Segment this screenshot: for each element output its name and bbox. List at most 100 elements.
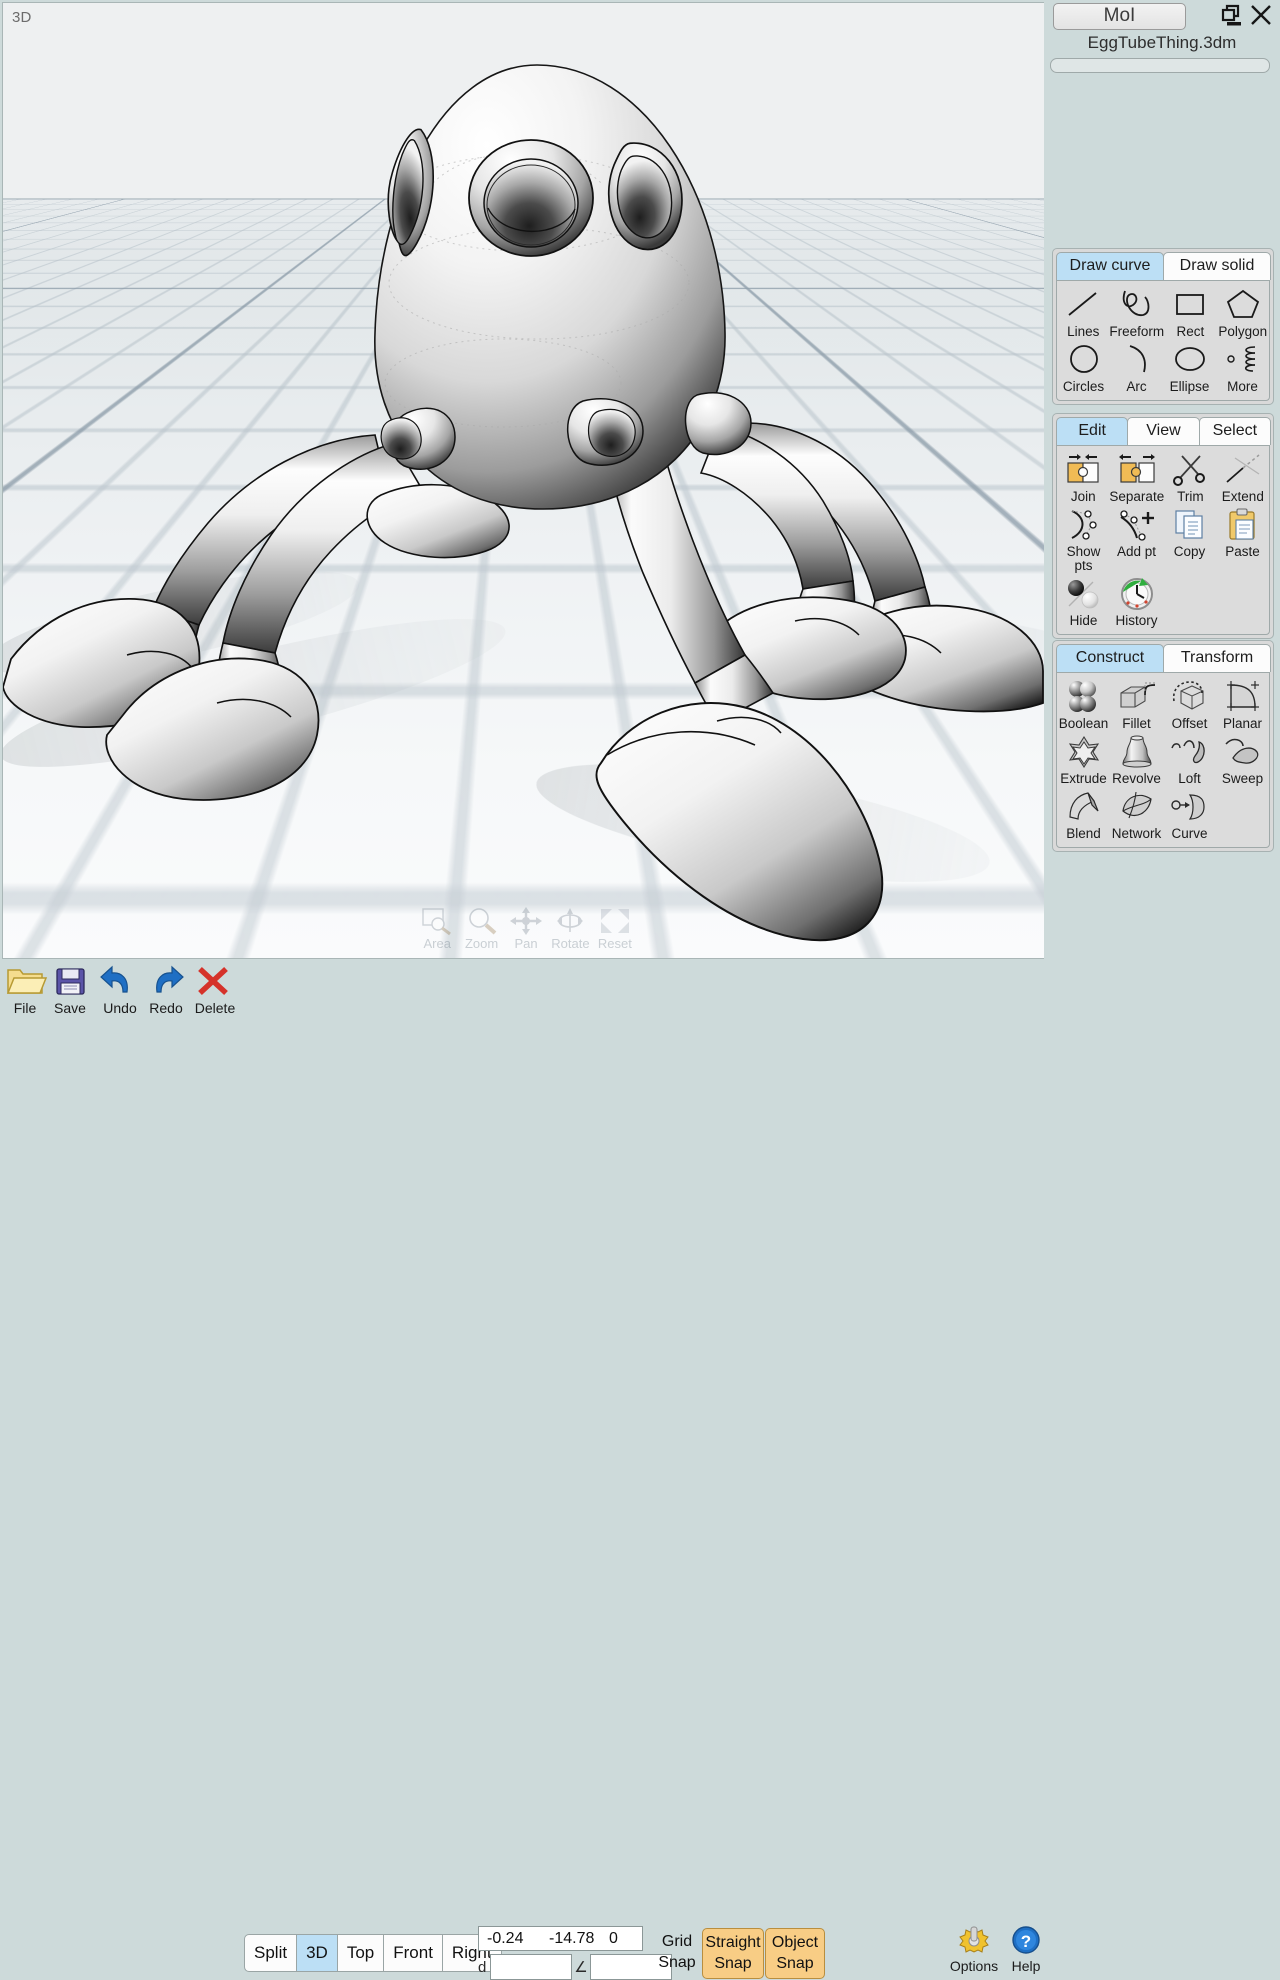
tool-network[interactable]: Network bbox=[1110, 787, 1163, 842]
tool-arc[interactable]: Arc bbox=[1110, 340, 1163, 395]
button-save-label: Save bbox=[45, 1000, 95, 1016]
grid-snap-line2: Snap bbox=[655, 1952, 699, 1973]
grid-snap-toggle[interactable]: Grid Snap bbox=[655, 1928, 699, 1977]
tool-add-pt[interactable]: Add pt bbox=[1110, 505, 1163, 574]
tool-polygon[interactable]: Polygon bbox=[1217, 285, 1269, 340]
tool-history[interactable]: History bbox=[1110, 574, 1163, 629]
tool-separate[interactable]: Separate bbox=[1109, 450, 1164, 505]
tool-offset[interactable]: Offset bbox=[1163, 677, 1216, 732]
tool-hide[interactable]: Hide bbox=[1057, 574, 1110, 629]
view-button-front[interactable]: Front bbox=[383, 1934, 443, 1972]
viewport-nav-pan-label: Pan bbox=[504, 936, 548, 951]
tool-sweep[interactable]: Sweep bbox=[1216, 732, 1269, 787]
tool-revolve-label: Revolve bbox=[1110, 772, 1163, 786]
tool-more-label: More bbox=[1216, 380, 1269, 394]
close-icon[interactable] bbox=[1248, 2, 1274, 28]
tool-more[interactable]: More bbox=[1216, 340, 1269, 395]
tool-ellipse[interactable]: Ellipse bbox=[1163, 340, 1216, 395]
straight-snap-toggle[interactable]: Straight Snap bbox=[702, 1928, 764, 1979]
command-prompt-bar[interactable] bbox=[1050, 58, 1270, 73]
button-save[interactable]: Save bbox=[45, 964, 95, 1016]
tool-join[interactable]: Join bbox=[1057, 450, 1109, 505]
viewport-nav-area[interactable]: Area bbox=[415, 906, 459, 958]
restore-icon[interactable] bbox=[1216, 2, 1242, 28]
blend-surface-icon bbox=[1057, 789, 1110, 827]
edit-palette: Edit View Select bbox=[1052, 413, 1274, 639]
tool-blend[interactable]: Blend bbox=[1057, 787, 1110, 842]
tool-loft[interactable]: Loft bbox=[1163, 732, 1216, 787]
viewport-nav-pan[interactable]: Pan bbox=[504, 906, 548, 958]
object-snap-toggle[interactable]: Object Snap bbox=[765, 1928, 825, 1979]
viewport-nav-reset[interactable]: Reset bbox=[593, 906, 637, 958]
coordinate-x-value: -0.24 bbox=[479, 1930, 549, 1948]
tool-show-pts[interactable]: Show pts bbox=[1057, 505, 1110, 574]
tool-fillet-label: Fillet bbox=[1110, 717, 1163, 731]
button-options[interactable]: Options bbox=[948, 1924, 1000, 1974]
viewport-nav-rotate-label: Rotate bbox=[548, 936, 592, 951]
question-help-icon: ? bbox=[1000, 1924, 1052, 1958]
tab-transform[interactable]: Transform bbox=[1163, 644, 1271, 672]
options-help-group: Options ? Help bbox=[948, 1924, 1052, 1974]
view-button-3d[interactable]: 3D bbox=[296, 1934, 338, 1972]
3d-viewport[interactable]: 3D Area bbox=[2, 2, 1045, 959]
moi-app-menu-button[interactable]: MoI bbox=[1053, 3, 1186, 30]
edit-empty-slot-2 bbox=[1216, 574, 1269, 629]
tool-fillet[interactable]: Fillet bbox=[1110, 677, 1163, 732]
button-undo[interactable]: Undo bbox=[95, 964, 145, 1016]
button-file[interactable]: File bbox=[0, 964, 50, 1016]
undo-arrow-icon bbox=[95, 964, 145, 1000]
draw-palette-tabs: Draw curve Draw solid bbox=[1056, 252, 1270, 280]
tab-view[interactable]: View bbox=[1127, 417, 1199, 445]
tool-show-pts-label: Show pts bbox=[1057, 545, 1110, 573]
tab-draw-curve[interactable]: Draw curve bbox=[1056, 252, 1164, 280]
button-redo-label: Redo bbox=[141, 1000, 191, 1016]
tool-copy[interactable]: Copy bbox=[1163, 505, 1216, 574]
tool-lines[interactable]: Lines bbox=[1057, 285, 1109, 340]
add-point-icon bbox=[1110, 507, 1163, 545]
viewport-nav-rotate[interactable]: Rotate bbox=[548, 906, 592, 958]
tool-extrude[interactable]: Extrude bbox=[1057, 732, 1110, 787]
tool-loft-label: Loft bbox=[1163, 772, 1216, 786]
egg-body bbox=[375, 65, 751, 509]
xyz-coordinate-field[interactable]: -0.24 -14.78 0 bbox=[478, 1926, 643, 1951]
viewport-nav-controls[interactable]: Area Zoom bbox=[415, 906, 637, 958]
tool-circles[interactable]: Circles bbox=[1057, 340, 1110, 395]
tool-paste[interactable]: Paste bbox=[1216, 505, 1269, 574]
distance-input[interactable] bbox=[490, 1954, 572, 1980]
tool-freeform[interactable]: Freeform bbox=[1109, 285, 1164, 340]
viewport-nav-area-label: Area bbox=[415, 936, 459, 951]
tab-construct[interactable]: Construct bbox=[1056, 644, 1164, 672]
button-help-label: Help bbox=[1000, 1958, 1052, 1974]
tool-hide-label: Hide bbox=[1057, 614, 1110, 628]
loft-sections-icon bbox=[1163, 734, 1216, 772]
view-button-top[interactable]: Top bbox=[337, 1934, 384, 1972]
tool-planar[interactable]: Planar bbox=[1216, 677, 1269, 732]
tool-revolve[interactable]: Revolve bbox=[1110, 732, 1163, 787]
tool-circles-label: Circles bbox=[1057, 380, 1110, 394]
tool-extend[interactable]: Extend bbox=[1217, 450, 1269, 505]
viewport-nav-reset-label: Reset bbox=[593, 936, 637, 951]
tab-select[interactable]: Select bbox=[1199, 417, 1271, 445]
hide-spheres-icon bbox=[1057, 576, 1110, 614]
tab-draw-solid[interactable]: Draw solid bbox=[1163, 252, 1271, 280]
show-points-icon bbox=[1057, 507, 1110, 545]
tool-rect[interactable]: Rect bbox=[1164, 285, 1216, 340]
button-delete[interactable]: Delete bbox=[190, 964, 240, 1016]
tool-ellipse-label: Ellipse bbox=[1163, 380, 1216, 394]
red-x-icon bbox=[190, 964, 240, 1000]
edit-empty-slot-1 bbox=[1163, 574, 1216, 629]
construct-row-3: Blend Network bbox=[1057, 787, 1269, 842]
viewport-nav-zoom[interactable]: Zoom bbox=[459, 906, 503, 958]
edit-palette-body: Join Separate bbox=[1056, 445, 1270, 635]
view-button-split[interactable]: Split bbox=[244, 1934, 297, 1972]
button-redo[interactable]: Redo bbox=[141, 964, 191, 1016]
four-arrow-pan-icon bbox=[504, 906, 548, 938]
revolve-vase-icon bbox=[1110, 734, 1163, 772]
tool-curve[interactable]: Curve bbox=[1163, 787, 1216, 842]
tool-boolean[interactable]: Boolean bbox=[1057, 677, 1110, 732]
tool-trim[interactable]: Trim bbox=[1164, 450, 1216, 505]
tool-planar-label: Planar bbox=[1216, 717, 1269, 731]
3d-model-egg-tube-thing[interactable] bbox=[3, 3, 1044, 958]
tab-edit[interactable]: Edit bbox=[1056, 417, 1128, 445]
button-help[interactable]: ? Help bbox=[1000, 1924, 1052, 1974]
